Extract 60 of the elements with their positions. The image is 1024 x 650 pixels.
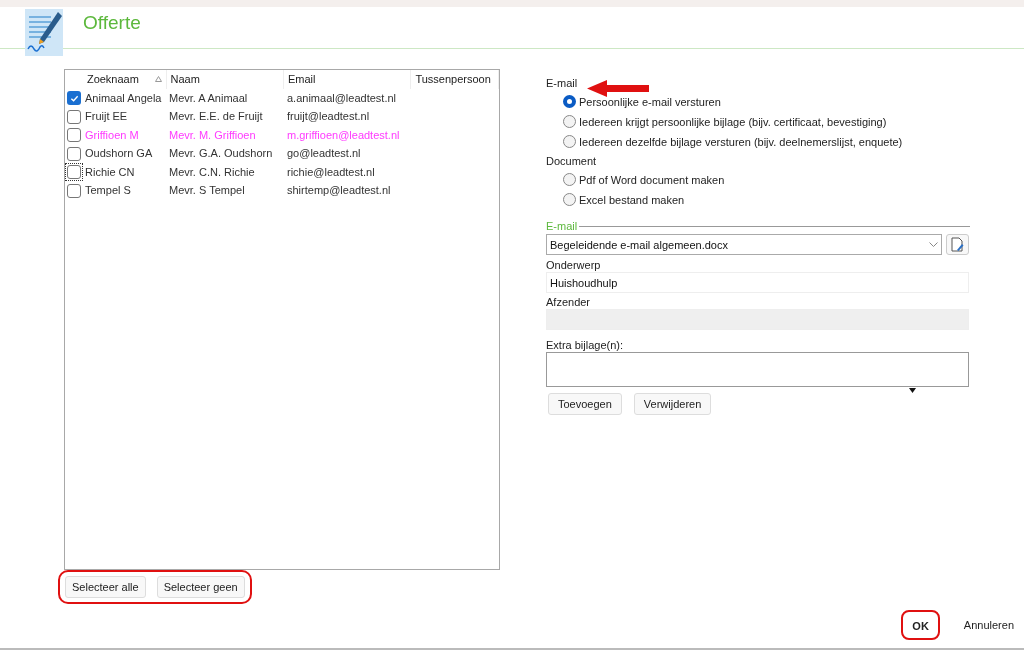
table-cell-text: go@leadtest.nl bbox=[286, 146, 362, 162]
checkbox[interactable] bbox=[67, 146, 81, 161]
subject-field[interactable]: Huishoudhulp bbox=[546, 272, 969, 294]
table-cell-text: Mevr. E.E. de Fruijt bbox=[168, 109, 264, 125]
table-cell-text: Mevr. G.A. Oudshorn bbox=[168, 146, 274, 162]
document-pen-icon bbox=[25, 8, 63, 56]
field-label: Afzender bbox=[546, 295, 592, 310]
radio-label: Excel bestand maken bbox=[579, 192, 685, 208]
checkbox[interactable] bbox=[67, 183, 81, 198]
table-cell-text: Oudshorn GA bbox=[84, 146, 154, 162]
sort-triangle-icon bbox=[154, 76, 162, 83]
radio-button[interactable] bbox=[563, 193, 576, 207]
table-cell-text: shirtemp@leadtest.nl bbox=[286, 183, 392, 199]
table-cell-text: Tempel S bbox=[84, 183, 132, 199]
table-cell-text: Mevr. C.N. Richie bbox=[168, 164, 256, 180]
column-header[interactable]: Naam bbox=[166, 69, 284, 89]
table-cell-text: Fruijt EE bbox=[84, 109, 129, 125]
table-cell-text: Mevr. S Tempel bbox=[168, 183, 246, 199]
column-header[interactable]: Zoeknaam bbox=[82, 69, 167, 89]
group-title: E-mail bbox=[546, 218, 578, 234]
radio-button[interactable] bbox=[563, 115, 576, 129]
radio-label: Pdf of Word document maken bbox=[579, 172, 725, 188]
table-cell-text: Griffioen M bbox=[84, 127, 140, 143]
attachments-field[interactable] bbox=[546, 352, 969, 388]
table-cell-text: Mevr. A Animaal bbox=[168, 90, 249, 106]
checkbox[interactable] bbox=[67, 109, 81, 124]
radio-label: Persoonlijke e-mail versturen bbox=[579, 94, 721, 110]
attachment-button[interactable]: Verwijderen bbox=[633, 393, 712, 416]
edit-document-button[interactable] bbox=[946, 234, 969, 256]
dialog-title: Offerte bbox=[83, 11, 141, 36]
field-label: Onderwerp bbox=[546, 258, 602, 273]
table-cell-text: Richie CN bbox=[84, 164, 136, 180]
checkbox[interactable] bbox=[67, 91, 81, 105]
template-dropdown[interactable]: Begeleidende e-mail algemeen.docx bbox=[546, 234, 942, 256]
section-heading: E-mail bbox=[546, 75, 578, 91]
select-button[interactable]: Selecteer alle bbox=[65, 575, 146, 598]
radio-button[interactable] bbox=[563, 95, 576, 109]
checkbox[interactable] bbox=[67, 128, 81, 142]
document-edit-icon bbox=[951, 237, 964, 253]
table-cell-text: Animaal Angela bbox=[84, 90, 163, 106]
table-cell-text: Mevr. M. Griffioen bbox=[168, 127, 257, 143]
radio-label: Iedereen krijgt persoonlijke bijlage (bijv. certificaat, bevestiging) bbox=[579, 114, 887, 130]
column-header[interactable]: Tussenpersoon bbox=[411, 69, 499, 89]
column-header[interactable]: Email bbox=[284, 69, 412, 89]
check-icon bbox=[69, 93, 79, 103]
cancel-button[interactable]: Annuleren bbox=[963, 613, 1014, 637]
section-heading: Document bbox=[546, 153, 597, 169]
radio-label: Iedereen dezelfde bijlage versturen (bijv. deelnemerslijst, enquete) bbox=[579, 134, 903, 150]
annotation-arrow bbox=[587, 80, 649, 97]
field-label: Extra bijlage(n): bbox=[546, 338, 625, 353]
select-button[interactable]: Selecteer geen bbox=[156, 575, 245, 598]
table-cell-text: richie@leadtest.nl bbox=[286, 164, 376, 180]
radio-button[interactable] bbox=[563, 173, 576, 187]
chevron-down-icon bbox=[929, 241, 938, 248]
table-cell-text: fruijt@leadtest.nl bbox=[286, 109, 371, 125]
table-cell-text: m.griffioen@leadtest.nl bbox=[286, 127, 401, 143]
radio-button[interactable] bbox=[563, 135, 576, 149]
attachment-button[interactable]: Toevoegen bbox=[548, 393, 622, 416]
table-cell-text: a.animaal@leadtest.nl bbox=[286, 90, 397, 106]
ok-button[interactable]: OK bbox=[904, 616, 937, 636]
